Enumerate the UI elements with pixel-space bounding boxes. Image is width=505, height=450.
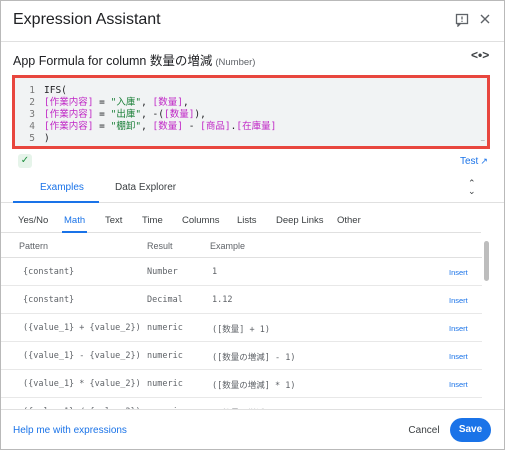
code-token: IFS( <box>44 85 67 96</box>
collapse-icon[interactable]: ⌃ ⌄ <box>468 179 476 196</box>
table-row: {constant} Decimal 1.12 Insert <box>1 286 482 314</box>
dialog-footer: Help me with expressions Cancel Save <box>1 409 504 449</box>
table-header: Pattern Result Example <box>1 233 482 258</box>
insert-link[interactable]: Insert <box>449 352 468 361</box>
table-row: ({value_1} + {value_2}) numeric ([数量] + 1)… <box>1 314 482 342</box>
pattern-cell: ({value_1} - {value_2}) <box>23 351 141 361</box>
examples-table: Pattern Result Example {constant} Number 1… <box>1 233 482 409</box>
example-cell: ([数量] + 1) <box>212 325 270 335</box>
code-token: = <box>93 109 111 120</box>
example-cell: 1 <box>212 267 218 277</box>
tab-bar: Examples Data Explorer ⌃ ⌄ <box>1 173 504 203</box>
result-cell: numeric <box>147 351 183 361</box>
header-result: Result <box>147 241 173 251</box>
result-cell: Number <box>147 267 178 277</box>
line-number-gutter: 12345 <box>15 85 35 145</box>
code-line[interactable]: [作業内容] = "入庫", [数量], <box>44 97 276 109</box>
subtab-lists[interactable]: Lists <box>237 215 257 226</box>
table-scrollbar-thumb[interactable] <box>484 241 489 281</box>
test-link-label[interactable]: Test <box>460 156 478 167</box>
pattern-cell: ({value_1} * {value_2}) <box>23 379 141 389</box>
code-token: , <box>141 97 153 108</box>
expand-code-icon[interactable]: <•> <box>471 48 489 62</box>
code-line[interactable]: [作業内容] = "棚卸", [数量] - [商品].[在庫量] <box>44 121 276 133</box>
pattern-cell: {constant} <box>23 267 75 277</box>
insert-link[interactable]: Insert <box>449 296 468 305</box>
code-token: ), <box>194 109 206 120</box>
example-cell: ([数量の増減] - 1) <box>212 353 296 363</box>
resize-handle-icon[interactable]: − <box>480 136 485 145</box>
string-literal: "棚卸" <box>110 121 142 132</box>
code-token: , <box>182 97 189 108</box>
subtab-math[interactable]: Math <box>64 215 85 226</box>
subtab-other[interactable]: Other <box>337 215 361 226</box>
expression-assistant-dialog: Expression Assistant App Formula for col… <box>0 0 505 450</box>
insert-link[interactable]: Insert <box>449 380 468 389</box>
column-reference: [数量] <box>163 109 195 120</box>
subtab-yes-no[interactable]: Yes/No <box>18 215 48 226</box>
formula-heading: App Formula for column 数量の増減 (Number) <box>13 50 255 69</box>
table-row: ({value_1} - {value_2}) numeric ([数量の増減] -… <box>1 342 482 370</box>
line-number: 3 <box>29 109 35 120</box>
subtab-deep-links[interactable]: Deep Links <box>276 215 324 226</box>
insert-link[interactable]: Insert <box>449 268 468 277</box>
close-icon[interactable] <box>477 13 493 29</box>
help-link[interactable]: Help me with expressions <box>13 425 127 436</box>
column-reference: [作業内容] <box>44 109 94 120</box>
subtab-columns[interactable]: Columns <box>182 215 220 226</box>
line-number: 4 <box>29 121 35 132</box>
column-reference: [商品] <box>200 121 231 132</box>
dialog-title: Expression Assistant <box>13 11 161 28</box>
column-reference: [作業内容] <box>44 121 94 132</box>
example-cell: 1.12 <box>212 295 233 305</box>
table-row: ({value_1} * {value_2}) numeric ([数量の増減] *… <box>1 370 482 398</box>
code-line[interactable]: IFS( <box>44 85 276 97</box>
insert-link[interactable]: Insert <box>449 324 468 333</box>
example-cell: ([数量の増減] * 1) <box>212 381 296 391</box>
tab-examples[interactable]: Examples <box>40 182 84 193</box>
pattern-cell: {constant} <box>23 295 75 305</box>
dialog-titlebar: Expression Assistant <box>1 1 504 42</box>
formula-type: (Number) <box>215 57 256 68</box>
line-number: 1 <box>29 85 35 96</box>
subtab-time[interactable]: Time <box>142 215 163 226</box>
feedback-icon[interactable] <box>454 13 470 29</box>
code-token: ) <box>44 133 50 144</box>
column-reference: [数量] <box>152 121 183 132</box>
formula-code[interactable]: IFS([作業内容] = "入庫", [数量], [作業内容] = "出庫", -… <box>44 85 276 145</box>
column-reference: [作業内容] <box>44 97 94 108</box>
code-token: , <box>141 121 153 132</box>
formula-editor[interactable]: 12345 IFS([作業内容] = "入庫", [数量], [作業内容] = "… <box>12 75 490 149</box>
table-row: {constant} Number 1 Insert <box>1 258 482 286</box>
code-line[interactable]: ) <box>44 133 276 145</box>
test-link[interactable]: Test ↗ <box>460 156 488 167</box>
result-cell: Decimal <box>147 295 183 305</box>
code-token: - <box>182 121 201 132</box>
check-icon: ✓ <box>18 154 32 168</box>
line-number: 2 <box>29 97 35 108</box>
header-example: Example <box>210 241 246 251</box>
line-number: 5 <box>29 133 35 144</box>
save-button[interactable]: Save <box>450 418 491 442</box>
active-tab-indicator <box>13 201 99 203</box>
string-literal: "入庫" <box>110 97 142 108</box>
tab-data-explorer[interactable]: Data Explorer <box>115 182 176 193</box>
pattern-cell: ({value_1} + {value_2}) <box>23 323 141 333</box>
formula-column-label: App Formula for column 数量の増減 <box>13 54 213 68</box>
column-reference: [数量] <box>152 97 183 108</box>
code-token: = <box>93 121 111 132</box>
column-reference: [在庫量] <box>236 121 277 132</box>
external-link-icon[interactable]: ↗ <box>480 156 488 166</box>
example-category-tabs: Yes/No Math Text Time Columns Lists Deep… <box>1 211 481 233</box>
cancel-button[interactable]: Cancel <box>406 420 442 442</box>
code-token: = <box>93 97 111 108</box>
header-pattern: Pattern <box>19 241 49 251</box>
string-literal: "出庫" <box>110 109 142 120</box>
result-cell: numeric <box>147 379 183 389</box>
result-cell: numeric <box>147 323 183 333</box>
table-row: ({value_1} / {value_2})numeric([数量の増減] /… <box>1 398 482 409</box>
code-line[interactable]: [作業内容] = "出庫", -([数量]), <box>44 109 276 121</box>
subtab-text[interactable]: Text <box>105 215 122 226</box>
code-token: , -( <box>141 109 164 120</box>
